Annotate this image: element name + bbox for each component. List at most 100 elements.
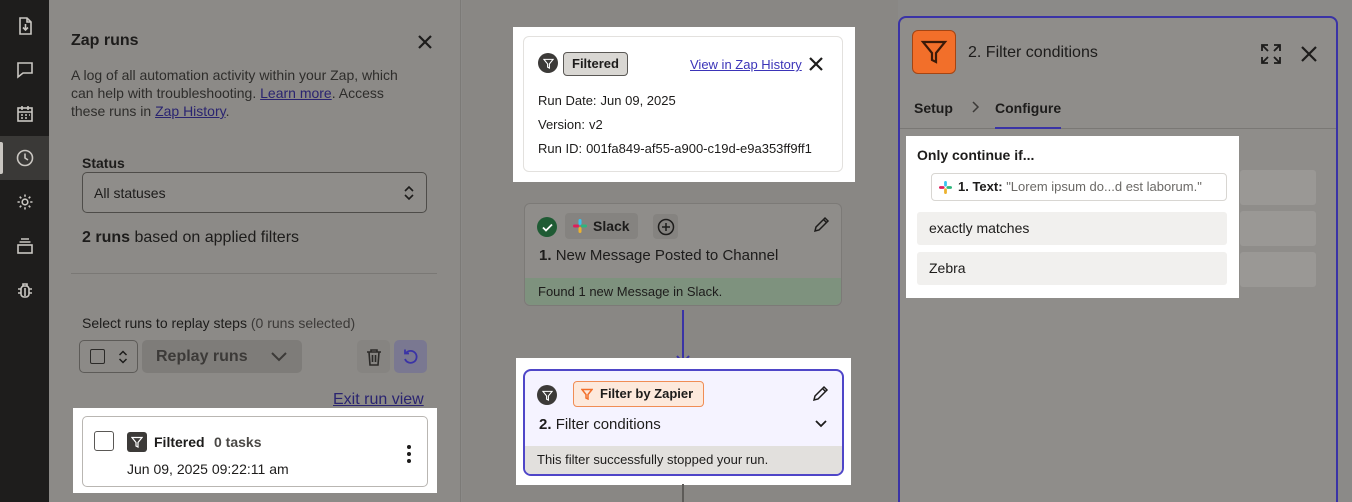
- file-export-icon: [18, 17, 32, 35]
- replay-selected-count: (0 runs selected): [250, 315, 356, 331]
- replay-runs-label: Replay runs: [156, 347, 248, 365]
- gear-icon: [17, 194, 32, 210]
- bug-icon: [17, 283, 32, 298]
- slack-app-badge: Slack: [565, 213, 638, 239]
- close-icon[interactable]: [415, 32, 435, 52]
- step-title-text: Filter conditions: [555, 416, 661, 433]
- expand-icon[interactable]: [1260, 43, 1282, 65]
- row-label: Run ID:: [538, 141, 583, 156]
- chevron-down-icon: [271, 352, 287, 362]
- ghost-field: [1240, 211, 1316, 246]
- learn-more-link[interactable]: Learn more: [260, 85, 332, 101]
- condition-value-field[interactable]: Zebra: [917, 252, 1227, 285]
- condition-operator-field[interactable]: exactly matches: [917, 212, 1227, 245]
- only-continue-heading: Only continue if...: [917, 147, 1035, 163]
- description-text: .: [225, 103, 230, 119]
- step-connector: [682, 484, 684, 502]
- chevron-right-icon: [972, 101, 980, 113]
- pencil-icon[interactable]: [812, 385, 829, 402]
- ghost-field: [1240, 170, 1316, 205]
- row-value: Jun 09, 2025: [600, 93, 676, 108]
- step-title: 1. New Message Posted to Channel: [539, 247, 778, 264]
- status-label: Status: [82, 155, 125, 171]
- chevron-up-down-icon: [404, 185, 414, 201]
- runs-panel-title: Zap runs: [71, 32, 139, 49]
- add-step-button[interactable]: [653, 214, 678, 239]
- status-badge: Filtered: [563, 52, 628, 76]
- condition-field-pill[interactable]: 1. Text: "Lorem ipsum do...d est laborum…: [931, 173, 1227, 201]
- run-details-popup: Filtered View in Zap History Run Date: Ju…: [523, 36, 843, 172]
- filter-icon: [537, 385, 557, 405]
- config-tabs: Setup Configure: [900, 90, 1336, 129]
- app-name: Slack: [593, 218, 630, 234]
- rail-item-export[interactable]: [0, 4, 49, 48]
- run-id-row: Run ID: 001fa849-af55-a900-c19d-e9a353ff9…: [538, 141, 812, 156]
- left-icon-rail: [0, 0, 49, 502]
- filter-icon: [538, 53, 558, 73]
- version-row: Version: v2: [538, 117, 603, 132]
- row-label: Version:: [538, 117, 585, 132]
- rail-item-schedule[interactable]: [0, 92, 49, 136]
- plus-circle-icon: [657, 218, 674, 235]
- step-number: 1.: [539, 247, 552, 264]
- tab-configure[interactable]: Configure: [995, 100, 1062, 129]
- rail-item-zap-runs[interactable]: [0, 136, 49, 180]
- tab-setup[interactable]: Setup: [914, 100, 953, 116]
- filter-logo-icon: [581, 388, 593, 400]
- divider: [71, 273, 437, 274]
- slack-logo-icon: [573, 219, 587, 233]
- filter-app-badge: Filter by Zapier: [573, 381, 705, 407]
- exit-run-view-link[interactable]: Exit run view: [333, 391, 424, 409]
- run-card[interactable]: Filtered 0 tasks Jun 09, 2025 09:22:11 a…: [82, 416, 428, 487]
- run-card-highlight: Filtered 0 tasks Jun 09, 2025 09:22:11 a…: [73, 408, 437, 493]
- run-checkbox[interactable]: [94, 431, 114, 451]
- row-value: v2: [588, 117, 603, 132]
- chat-icon: [16, 62, 33, 79]
- step-title-text: New Message Posted to Channel: [555, 247, 779, 264]
- rail-item-comments[interactable]: [0, 48, 49, 92]
- select-all-dropdown[interactable]: [79, 340, 138, 373]
- replay-runs-button[interactable]: Replay runs: [142, 340, 302, 373]
- chevron-down-icon[interactable]: [814, 419, 828, 429]
- rail-item-troubleshoot[interactable]: [0, 268, 49, 312]
- run-date: Jun 09, 2025 09:22:11 am: [127, 461, 289, 477]
- filter-step-highlight: Filter by Zapier 2. Filter conditions Th…: [516, 358, 851, 485]
- run-status: Filtered: [154, 434, 205, 450]
- chevron-up-down-icon: [118, 350, 128, 364]
- pencil-icon[interactable]: [813, 216, 830, 233]
- delete-runs-button[interactable]: [357, 340, 390, 373]
- stack-icon: [16, 238, 33, 254]
- close-icon[interactable]: [1300, 45, 1318, 63]
- step-title: 2. Filter conditions: [539, 416, 661, 433]
- filter-step-node[interactable]: Filter by Zapier 2. Filter conditions Th…: [523, 369, 844, 476]
- select-all-checkbox[interactable]: [90, 349, 105, 364]
- rail-item-settings[interactable]: [0, 180, 49, 224]
- view-in-zap-history-link[interactable]: View in Zap History: [690, 57, 802, 72]
- replay-label-text: Select runs to replay steps: [82, 315, 247, 331]
- slack-step-node[interactable]: Slack 1. New Message Posted to Channel F…: [524, 203, 842, 306]
- check-icon: [537, 217, 557, 237]
- rail-item-versions[interactable]: [0, 224, 49, 268]
- step-number: 2.: [539, 416, 552, 433]
- close-icon[interactable]: [808, 56, 824, 72]
- zap-history-link[interactable]: Zap History: [155, 103, 226, 119]
- ghost-field: [1240, 252, 1316, 287]
- step-footer: Found 1 new Message in Slack.: [525, 278, 841, 305]
- field-label: 1. Text:: [958, 179, 1003, 194]
- slack-logo-icon: [939, 181, 952, 194]
- history-clock-icon: [16, 149, 33, 167]
- runs-count: 2 runs based on applied filters: [82, 229, 299, 247]
- filter-logo-icon: [912, 30, 956, 74]
- run-tasks: 0 tasks: [214, 434, 262, 450]
- runs-panel-description: A log of all automation activity within …: [71, 66, 421, 120]
- run-date-row: Run Date: Jun 09, 2025: [538, 93, 676, 108]
- replay-label: Select runs to replay steps (0 runs sele…: [82, 315, 355, 331]
- runs-count-number: 2 runs: [82, 229, 131, 246]
- calendar-icon: [16, 106, 33, 122]
- kebab-menu-icon[interactable]: [401, 443, 417, 465]
- run-details-highlight: Filtered View in Zap History Run Date: Ju…: [513, 27, 855, 182]
- runs-count-text: based on applied filters: [130, 229, 300, 246]
- field-value: "Lorem ipsum do...d est laborum.": [1006, 179, 1202, 194]
- reset-button[interactable]: [394, 340, 427, 373]
- status-select[interactable]: All statuses: [82, 172, 427, 213]
